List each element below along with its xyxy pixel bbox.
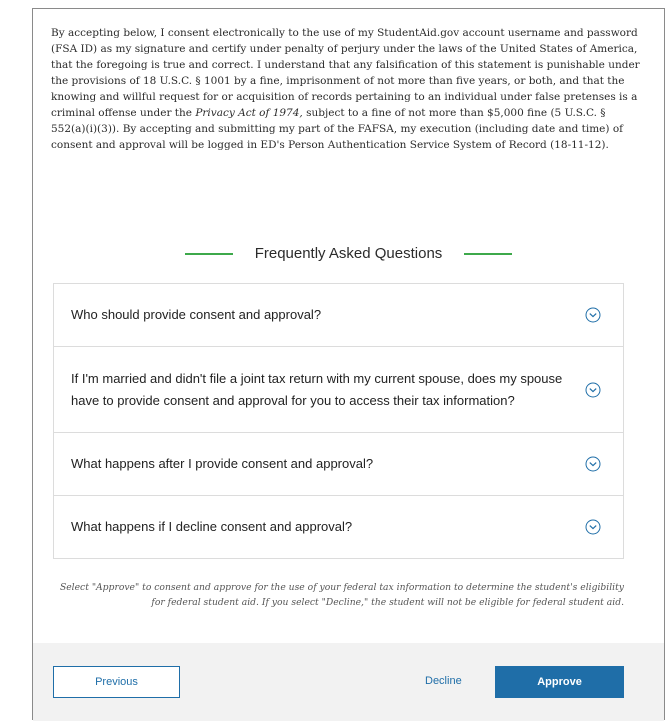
faq-heading-right-rule (464, 252, 513, 255)
approve-decline-note: Select "Approve" to consent and approve … (59, 582, 624, 608)
consent-panel: By accepting below, I consent electronic… (32, 8, 665, 721)
faq-question: What happens if I decline consent and ap… (71, 519, 353, 534)
chevron-down-circle-icon[interactable] (585, 456, 601, 472)
approve-button[interactable]: Approve (495, 666, 624, 698)
faq-item-after-consent[interactable]: What happens after I provide consent and… (54, 433, 623, 496)
previous-button[interactable]: Previous (53, 666, 180, 698)
faq-item-married-spouse-consent[interactable]: If I'm married and didn't file a joint t… (54, 347, 623, 433)
faq-accordion: Who should provide consent and approval?… (53, 283, 624, 559)
chevron-down-circle-icon[interactable] (585, 307, 601, 323)
chevron-down-circle-icon[interactable] (585, 382, 601, 398)
faq-question: Who should provide consent and approval? (71, 307, 322, 322)
footer-action-bar: Previous Decline Approve (33, 643, 664, 721)
faq-question: If I'm married and didn't file a joint t… (71, 370, 563, 408)
faq-heading-title: Frequently Asked Questions (254, 245, 443, 262)
faq-item-who-provides-consent[interactable]: Who should provide consent and approval? (54, 284, 623, 347)
privacy-act-citation: Privacy Act of 1974, (195, 107, 303, 119)
chevron-down-circle-icon[interactable] (585, 519, 601, 535)
faq-item-decline-consent[interactable]: What happens if I decline consent and ap… (54, 496, 623, 558)
faq-heading: Frequently Asked Questions (33, 245, 664, 262)
faq-question: What happens after I provide consent and… (71, 456, 374, 471)
decline-button[interactable]: Decline (425, 675, 462, 687)
consent-text-part1: By accepting below, I consent electronic… (51, 27, 640, 119)
consent-statement: By accepting below, I consent electronic… (51, 25, 643, 153)
faq-heading-left-rule (184, 252, 233, 255)
